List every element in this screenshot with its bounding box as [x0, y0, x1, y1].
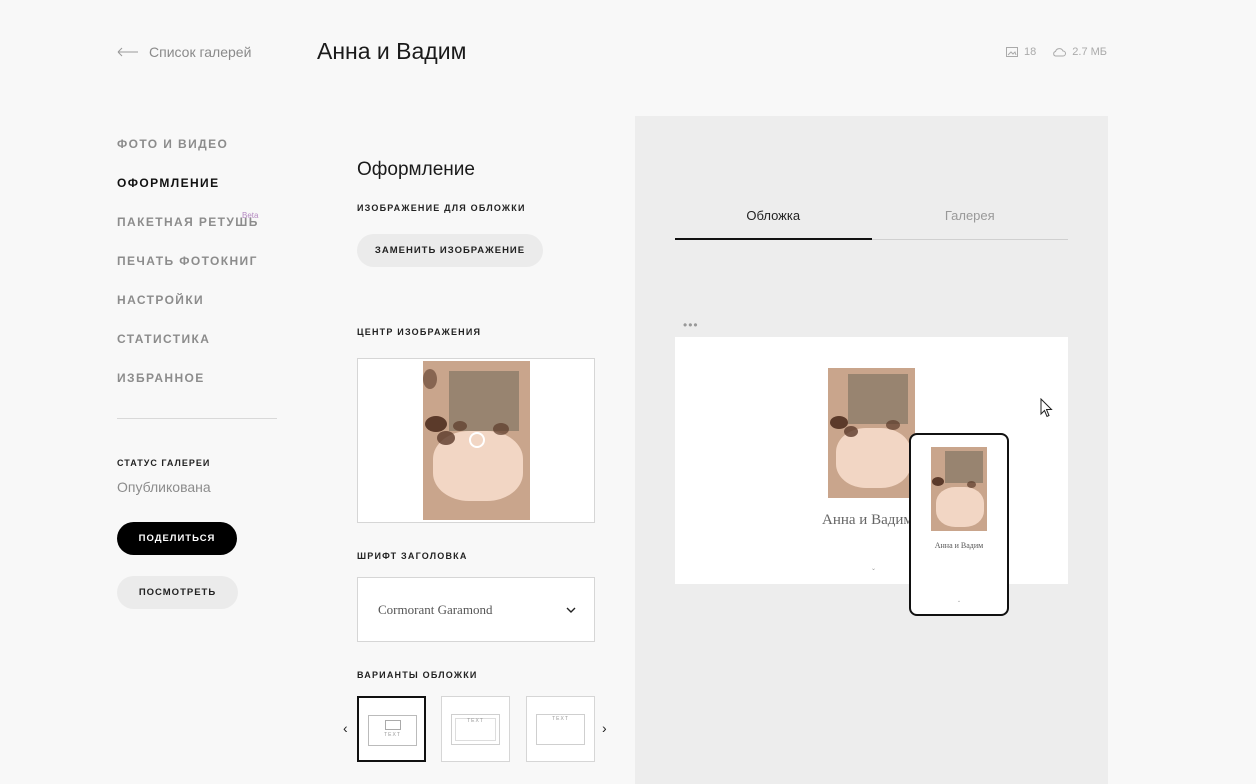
sidebar-item-statistics[interactable]: СТАТИСТИКА — [117, 332, 277, 371]
variant-text: TEXT — [552, 716, 569, 722]
sidebar-item-label: ПАКЕТНАЯ РЕТУШЬ — [117, 215, 259, 229]
image-icon — [1006, 47, 1019, 57]
preview-tabs: Обложка Галерея — [675, 208, 1068, 240]
sidebar-nav: ФОТО И ВИДЕО ОФОРМЛЕНИЕ ПАКЕТНАЯ РЕТУШЬ B… — [117, 137, 277, 410]
cloud-icon — [1053, 48, 1067, 57]
variant-text: TEXT — [384, 732, 401, 738]
sidebar-item-label: ПЕЧАТЬ ФОТОКНИГ — [117, 254, 258, 268]
more-options-icon[interactable]: ••• — [683, 318, 699, 332]
sidebar-item-label: ОФОРМЛЕНИЕ — [117, 176, 220, 190]
sidebar-item-label: СТАТИСТИКА — [117, 332, 211, 346]
chevron-down-icon — [566, 607, 576, 613]
scroll-down-icon: ⌄ — [871, 566, 877, 572]
cover-image-label: ИЗОБРАЖЕНИЕ ДЛЯ ОБЛОЖКИ — [357, 203, 526, 213]
cover-variant-1[interactable]: TEXT — [357, 696, 426, 762]
sidebar-item-label: ФОТО И ВИДЕО — [117, 137, 229, 151]
sidebar-item-photo-video[interactable]: ФОТО И ВИДЕО — [117, 137, 277, 176]
title-font-select[interactable]: Cormorant Garamond — [357, 577, 595, 642]
focus-point-handle[interactable] — [469, 432, 485, 448]
scroll-down-icon: ⌄ — [956, 598, 962, 604]
sidebar-item-settings[interactable]: НАСТРОЙКИ — [117, 293, 277, 332]
sidebar-item-design[interactable]: ОФОРМЛЕНИЕ — [117, 176, 277, 215]
prev-variant-button[interactable]: ‹ — [343, 720, 348, 736]
cover-variants-carousel: ‹ TEXT TEXT TEXT › — [340, 696, 610, 762]
back-label: Список галерей — [149, 44, 252, 60]
page-title: Анна и Вадим — [317, 38, 467, 64]
title-font-value: Cormorant Garamond — [378, 601, 493, 617]
image-center-picker[interactable] — [357, 358, 595, 523]
tab-cover[interactable]: Обложка — [675, 208, 872, 240]
share-button[interactable]: ПОДЕЛИТЬСЯ — [117, 522, 237, 555]
mobile-preview: Анна и Вадим ⌄ — [909, 433, 1009, 616]
preview-cover-photo — [828, 368, 915, 498]
variant-text: TEXT — [467, 718, 484, 724]
sidebar-item-favorites[interactable]: ИЗБРАННОЕ — [117, 371, 277, 410]
photo-count: 18 — [1024, 46, 1037, 58]
beta-badge: Beta — [242, 211, 259, 220]
gallery-status-value: Опубликована — [117, 479, 211, 495]
gallery-status-label: СТАТУС ГАЛЕРЕИ — [117, 458, 211, 468]
next-variant-button[interactable]: › — [602, 720, 607, 736]
desktop-preview: Анна и Вадим ⌄ — [675, 337, 1068, 584]
sidebar-item-photobook-print[interactable]: ПЕЧАТЬ ФОТОКНИГ — [117, 254, 277, 293]
mobile-preview-title: Анна и Вадим — [934, 541, 984, 550]
gallery-stats: 18 2.7 МБ — [1006, 46, 1107, 58]
storage-size: 2.7 МБ — [1072, 46, 1107, 58]
tab-gallery[interactable]: Галерея — [872, 208, 1069, 239]
arrow-left-icon — [117, 47, 138, 57]
cover-variants-label: ВАРИАНТЫ ОБЛОЖКИ — [357, 670, 478, 680]
back-to-galleries-link[interactable]: Список галерей — [117, 44, 251, 60]
divider — [117, 418, 277, 419]
view-button[interactable]: ПОСМОТРЕТЬ — [117, 576, 238, 609]
sidebar-item-batch-retouch[interactable]: ПАКЕТНАЯ РЕТУШЬ Beta — [117, 211, 277, 254]
mouse-cursor-icon — [1040, 398, 1053, 418]
cover-variant-2[interactable]: TEXT — [441, 696, 510, 762]
sidebar-item-label: ИЗБРАННОЕ — [117, 371, 205, 385]
desktop-preview-title: Анна и Вадим — [822, 512, 913, 528]
image-center-label: ЦЕНТР ИЗОБРАЖЕНИЯ — [357, 327, 482, 337]
title-font-label: ШРИФТ ЗАГОЛОВКА — [357, 551, 468, 561]
preview-panel: Обложка Галерея ••• Анна и Вадим ⌄ Анна … — [635, 116, 1108, 784]
replace-image-button[interactable]: ЗАМЕНИТЬ ИЗОБРАЖЕНИЕ — [357, 234, 543, 267]
sidebar-item-label: НАСТРОЙКИ — [117, 293, 205, 307]
cover-variant-3[interactable]: TEXT — [526, 696, 595, 762]
mobile-cover-photo — [931, 447, 987, 531]
section-title: Оформление — [357, 159, 475, 180]
